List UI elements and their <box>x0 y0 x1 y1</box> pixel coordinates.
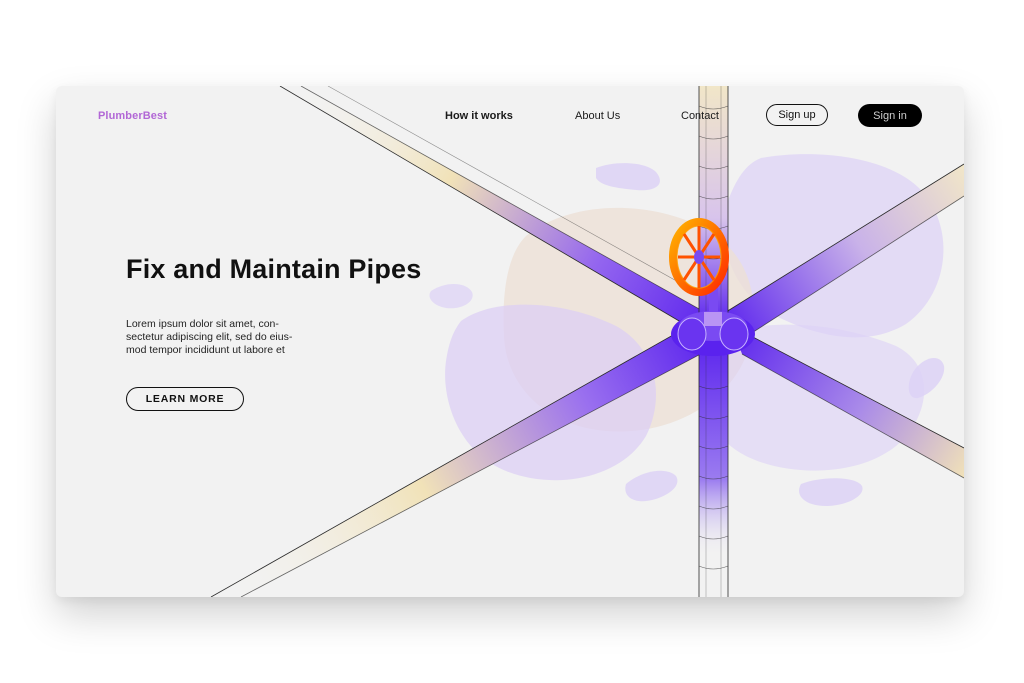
hero-description: Lorem ipsum dolor sit amet, con- sectetu… <box>126 318 336 357</box>
sign-in-button[interactable]: Sign in <box>858 104 922 127</box>
landing-page-card: PlumberBest How it works About Us Contac… <box>56 86 964 597</box>
hero-title: Fix and Maintain Pipes <box>126 254 422 284</box>
hero-text-line: mod tempor incididunt ut labore et <box>126 344 285 356</box>
sign-up-button[interactable]: Sign up <box>766 104 828 126</box>
nav-contact[interactable]: Contact <box>681 110 719 122</box>
nav-about-us[interactable]: About Us <box>575 110 620 122</box>
nav-how-it-works[interactable]: How it works <box>445 110 513 122</box>
brand-logo[interactable]: PlumberBest <box>98 110 167 122</box>
learn-more-button[interactable]: LEARN MORE <box>126 387 244 411</box>
hero-text-line: Lorem ipsum dolor sit amet, con- <box>126 318 279 330</box>
hero-text-line: sectetur adipiscing elit, sed do eius- <box>126 331 293 343</box>
